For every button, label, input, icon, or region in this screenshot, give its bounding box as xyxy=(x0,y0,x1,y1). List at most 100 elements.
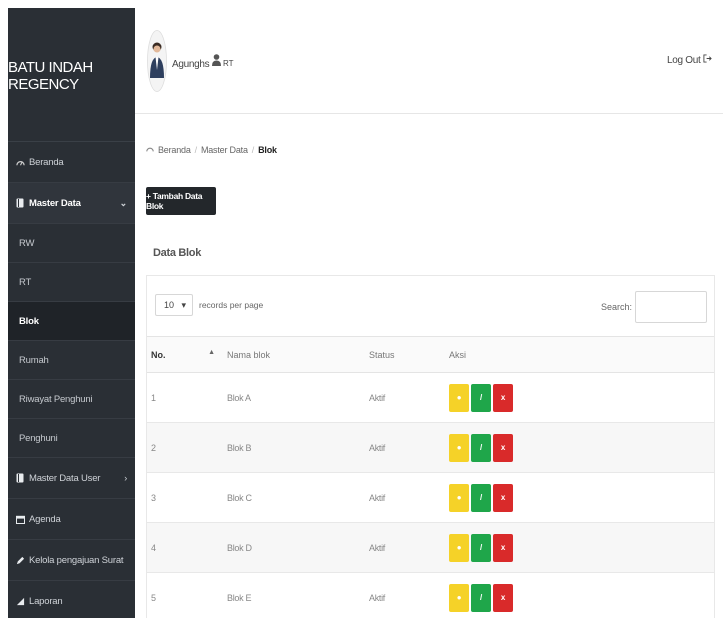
cell-no: 3 xyxy=(147,472,223,523)
chevron-down-icon: ▾ xyxy=(181,299,186,310)
cell-no: 4 xyxy=(147,522,223,573)
delete-button[interactable]: x xyxy=(493,383,513,412)
edit-icon: / xyxy=(480,593,482,602)
sidebar-subitem-blok[interactable]: Blok xyxy=(8,302,135,341)
logout-label: Log Out xyxy=(667,55,701,66)
logout-button[interactable]: Log Out xyxy=(667,54,712,66)
sidebar-subitem-rumah[interactable]: Rumah xyxy=(8,341,135,380)
table-header-row: No. ▲ Nama blok Status Aksi xyxy=(147,336,714,373)
edit-button[interactable]: / xyxy=(471,383,491,412)
sidebar-subitem-penghuni[interactable]: Penghuni xyxy=(8,419,135,458)
chevron-down-icon: ⌄ xyxy=(119,197,128,208)
view-button[interactable]: ● xyxy=(449,583,469,612)
calendar-icon xyxy=(15,515,25,524)
table-row: 1 Blok A Aktif ● / x xyxy=(147,372,714,423)
view-button[interactable]: ● xyxy=(449,433,469,462)
cell-aksi: ● / x xyxy=(445,422,714,473)
sort-asc-icon: ▲ xyxy=(208,349,215,356)
sidebar-item-beranda[interactable]: Beranda xyxy=(8,142,135,183)
sidebar-item-kelola-pengajuan-surat[interactable]: Kelola pengajuan Surat xyxy=(8,540,135,581)
column-header-no[interactable]: No. ▲ xyxy=(147,336,223,373)
view-icon: ● xyxy=(456,543,462,552)
cell-aksi: ● / x xyxy=(445,472,714,523)
add-blok-button[interactable]: + Tambah Data Blok xyxy=(146,187,216,215)
breadcrumb-separator: / xyxy=(194,145,198,155)
chart-icon xyxy=(15,597,25,606)
delete-icon: x xyxy=(500,543,506,552)
view-button[interactable]: ● xyxy=(449,483,469,512)
sidebar-item-laporan[interactable]: Laporan xyxy=(8,581,135,618)
edit-icon: / xyxy=(480,443,482,452)
table-row: 5 Blok E Aktif ● / x xyxy=(147,572,714,618)
cell-status: Aktif xyxy=(365,372,445,423)
user-icon xyxy=(211,54,222,69)
edit-button[interactable]: / xyxy=(471,433,491,462)
table-row: 2 Blok B Aktif ● / x xyxy=(147,422,714,473)
cell-no: 1 xyxy=(147,372,223,423)
delete-button[interactable]: x xyxy=(493,533,513,562)
cell-nama-blok: Blok A xyxy=(223,372,365,423)
cell-nama-blok: Blok E xyxy=(223,572,365,618)
cell-nama-blok: Blok B xyxy=(223,422,365,473)
view-button[interactable]: ● xyxy=(449,383,469,412)
sidebar-subitem-rt[interactable]: RT xyxy=(8,263,135,302)
sidebar-subitem-riwayat-penghuni[interactable]: Riwayat Penghuni xyxy=(8,380,135,419)
cell-no: 5 xyxy=(147,572,223,618)
search-label: Search: xyxy=(600,302,632,312)
delete-icon: x xyxy=(500,443,506,452)
sidebar: BATU INDAH REGENCY Beranda Master Data ⌄… xyxy=(8,8,135,618)
delete-button[interactable]: x xyxy=(493,583,513,612)
delete-button[interactable]: x xyxy=(493,433,513,462)
sidebar-item-label: Master Data xyxy=(29,197,81,209)
delete-icon: x xyxy=(500,593,506,602)
delete-button[interactable]: x xyxy=(493,483,513,512)
cell-status: Aktif xyxy=(365,522,445,573)
edit-button[interactable]: / xyxy=(471,533,491,562)
book-icon xyxy=(15,473,25,483)
sidebar-item-master-data[interactable]: Master Data ⌄ xyxy=(8,183,135,224)
username: Agunghs xyxy=(172,59,210,70)
cell-aksi: ● / x xyxy=(445,372,714,423)
top-header: Agunghs RT Log Out xyxy=(135,8,723,114)
cell-aksi: ● / x xyxy=(445,522,714,573)
column-header-label: No. xyxy=(151,349,166,360)
view-icon: ● xyxy=(456,493,462,502)
search-input[interactable] xyxy=(635,291,707,323)
brand-title[interactable]: BATU INDAH REGENCY xyxy=(8,8,135,142)
dashboard-icon xyxy=(146,145,154,155)
table-row: 3 Blok C Aktif ● / x xyxy=(147,472,714,523)
breadcrumb-current: Blok xyxy=(258,145,277,155)
data-table-panel: 10 ▾ records per page Search: No. ▲ Nama… xyxy=(146,275,715,618)
book-icon xyxy=(15,198,25,208)
table-row: 4 Blok D Aktif ● / x xyxy=(147,522,714,573)
cell-aksi: ● / x xyxy=(445,572,714,618)
logout-icon xyxy=(703,54,712,66)
cell-no: 2 xyxy=(147,422,223,473)
edit-icon: / xyxy=(480,393,482,402)
sidebar-subitem-rw[interactable]: RW xyxy=(8,224,135,263)
breadcrumb-beranda[interactable]: Beranda xyxy=(158,145,191,155)
sidebar-item-label: Kelola pengajuan Surat xyxy=(29,554,124,566)
sidebar-item-agenda[interactable]: Agenda xyxy=(8,499,135,540)
column-header-aksi: Aksi xyxy=(445,336,714,373)
page-length-select[interactable]: 10 ▾ xyxy=(155,294,193,316)
sidebar-item-master-data-user[interactable]: Master Data User › xyxy=(8,458,135,499)
edit-button[interactable]: / xyxy=(471,583,491,612)
delete-icon: x xyxy=(500,493,506,502)
view-button[interactable]: ● xyxy=(449,533,469,562)
breadcrumb-master-data[interactable]: Master Data xyxy=(201,145,248,155)
cell-status: Aktif xyxy=(365,422,445,473)
page-length-control: 10 ▾ records per page xyxy=(155,294,263,316)
breadcrumb: Beranda / Master Data / Blok xyxy=(146,145,277,155)
delete-icon: x xyxy=(500,393,506,402)
dashboard-icon xyxy=(15,158,25,167)
cell-nama-blok: Blok D xyxy=(223,522,365,573)
avatar[interactable] xyxy=(147,30,167,92)
chevron-right-icon: › xyxy=(124,473,127,483)
column-header-nama-blok[interactable]: Nama blok xyxy=(223,336,365,373)
page-length-label: records per page xyxy=(199,300,264,310)
edit-button[interactable]: / xyxy=(471,483,491,512)
column-header-status[interactable]: Status xyxy=(365,336,445,373)
view-icon: ● xyxy=(456,593,462,602)
user-role: RT xyxy=(223,59,234,68)
